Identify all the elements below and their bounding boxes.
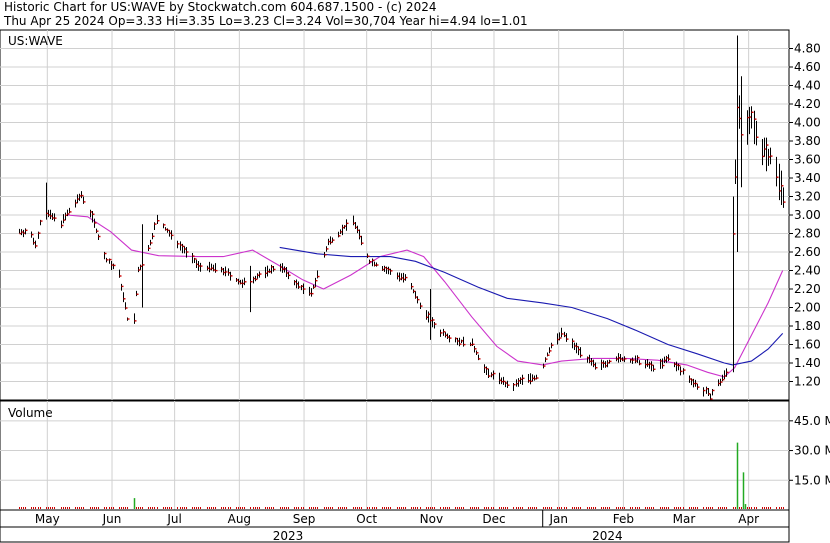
price-tick-label: 2.00 (794, 301, 821, 315)
month-label: Feb (613, 512, 634, 526)
year-label: 2024 (592, 529, 623, 543)
price-tick-label: 4.40 (794, 79, 821, 93)
price-tick-label: 4.80 (794, 42, 821, 56)
volume-tick-label: 15.0 M (794, 473, 830, 487)
volume-tick-label: 30.0 M (794, 444, 830, 458)
volume-tick-label: 45.0 M (794, 414, 830, 428)
volume-panel-frame (0, 400, 790, 511)
month-label: Dec (482, 512, 505, 526)
month-label: Jul (166, 512, 181, 526)
month-label: Jun (102, 512, 122, 526)
price-tick-label: 3.20 (794, 190, 821, 204)
month-label: Aug (228, 512, 251, 526)
price-tick-label: 2.20 (794, 282, 821, 296)
price-tick-label: 1.80 (794, 319, 821, 333)
month-label: Jan (548, 512, 568, 526)
stock-chart: 4.80 4.60 4.40 4.20 4.00 3.80 3.60 3.40 3.20 3.00… (0, 29, 830, 543)
month-label: Apr (738, 512, 759, 526)
price-tick-label: 4.00 (794, 116, 821, 130)
price-tick-label: 3.40 (794, 171, 821, 185)
price-panel: 4.80 4.60 4.40 4.20 4.00 3.80 3.60 3.40 3.20 3.00… (0, 29, 821, 401)
price-tick-label: 3.60 (794, 153, 821, 167)
month-label: May (35, 512, 60, 526)
price-tick-label: 3.80 (794, 134, 821, 148)
price-tick-label: 2.80 (794, 227, 821, 241)
month-label: Mar (673, 512, 696, 526)
price-tick-label: 1.40 (794, 356, 821, 370)
time-axis: AprMayJunJulAugSepOctNovDecJanFebMarApr … (0, 509, 790, 543)
price-tick-label: 1.20 (794, 375, 821, 389)
year-label: 2023 (273, 529, 304, 543)
price-tick-label: 1.60 (794, 338, 821, 352)
month-label: Nov (420, 512, 443, 526)
symbol-label: US:WAVE (8, 34, 63, 48)
volume-axis: 45.0 M 30.0 M 15.0 M (789, 414, 830, 487)
month-label: Sep (293, 512, 316, 526)
volume-panel: 45.0 M 30.0 M 15.0 M Volume (0, 400, 830, 511)
price-tick-label: 2.40 (794, 264, 821, 278)
price-grid (0, 30, 789, 400)
price-tick-label: 3.00 (794, 208, 821, 222)
price-tick-label: 4.60 (794, 60, 821, 74)
volume-title: Volume (8, 406, 53, 420)
month-label: Oct (356, 512, 377, 526)
price-axis: 4.80 4.60 4.40 4.20 4.00 3.80 3.60 3.40 3.20 3.00… (789, 42, 821, 389)
price-tick-label: 4.20 (794, 97, 821, 111)
price-tick-label: 2.60 (794, 245, 821, 259)
